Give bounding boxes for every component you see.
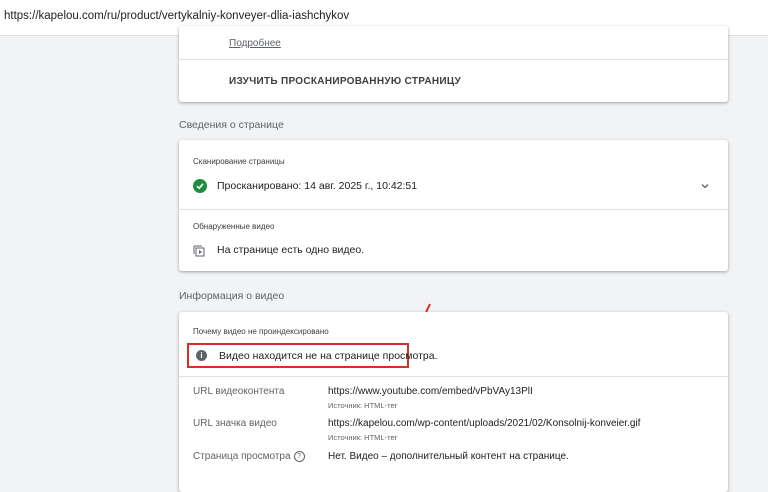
info-icon: i [196, 350, 207, 361]
help-icon[interactable]: ? [293, 451, 305, 462]
highlight-box: i Видео находится не на странице просмот… [187, 343, 438, 368]
crawl-label: Сканирование страницы [193, 157, 285, 166]
chevron-down-icon[interactable] [698, 179, 712, 193]
url-text[interactable]: https://kapelou.com/ru/product/vertykaln… [4, 10, 349, 22]
video-info-card: Почему видео не проиндексировано i Видео… [179, 312, 728, 492]
thumbnail-url-key: URL значка видео [193, 418, 277, 429]
thumbnail-url-source: Источник: HTML-тег [328, 433, 398, 442]
inspect-card: Подробнее ИЗУЧИТЬ ПРОСКАНИРОВАННУЮ СТРАН… [179, 26, 728, 102]
divider [179, 209, 728, 210]
videos-text: На странице есть одно видео. [217, 244, 365, 256]
watch-page-key-text: Страница просмотра [193, 451, 291, 463]
page-info-title: Сведения о странице [179, 119, 284, 131]
divider [179, 376, 728, 377]
video-info-title: Информация о видео [179, 290, 285, 302]
video-url-source: Источник: HTML-тег [328, 401, 398, 410]
watch-page-key: Страница просмотра? [193, 451, 305, 462]
watch-page-value: Нет. Видео – дополнительный контент на с… [328, 451, 569, 462]
check-icon [193, 179, 207, 193]
inspect-crawled-page-button[interactable]: ИЗУЧИТЬ ПРОСКАНИРОВАННУЮ СТРАНИЦУ [229, 76, 461, 87]
crawl-status: Просканировано: 14 авг. 2025 г., 10:42:5… [217, 180, 418, 192]
page-info-card: Сканирование страницы Просканировано: 14… [179, 140, 728, 271]
reason-label: Почему видео не проиндексировано [193, 327, 329, 336]
video-icon [193, 244, 207, 258]
divider [179, 59, 728, 60]
video-url-value: https://www.youtube.com/embed/vPbVAy13Pl… [328, 386, 533, 397]
video-url-key: URL видеоконтента [193, 386, 285, 397]
videos-label: Обнаруженные видео [193, 222, 275, 231]
more-link[interactable]: Подробнее [229, 38, 281, 49]
reason-text: Видео находится не на странице просмотра… [219, 350, 438, 362]
thumbnail-url-value: https://kapelou.com/wp-content/uploads/2… [328, 418, 641, 429]
